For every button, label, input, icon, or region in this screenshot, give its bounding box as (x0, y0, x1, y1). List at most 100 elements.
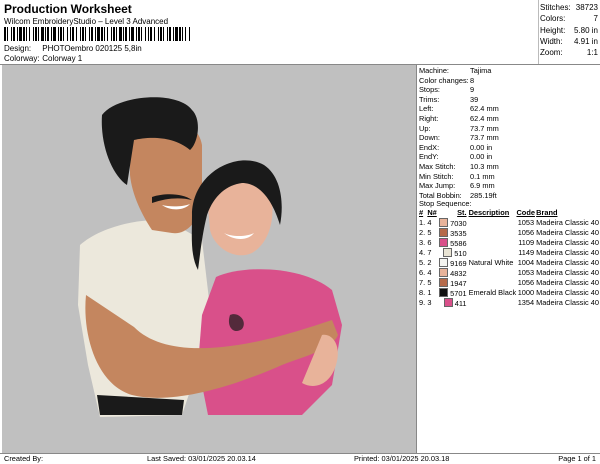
design-label: Design: (4, 44, 32, 53)
design-summary: Stitches: 38723 Colors: 7 Height: 5.80 in W… (540, 2, 598, 58)
stop-code: 1053 (517, 218, 535, 228)
embroidery-design-image (78, 97, 342, 417)
summary-zoom: Zoom: 1:1 (540, 48, 598, 58)
stop-needle: 5 (427, 278, 432, 288)
stop-brand: Madeira Classic 40 (536, 248, 599, 258)
stop-needle: 4 (427, 218, 432, 228)
design-value: PHOTOembro 020125 5,8in (42, 44, 142, 53)
max-stitch-row: Max Stitch: 10.3 mm (419, 161, 499, 171)
summary-height: Height: 5.80 in (540, 25, 598, 35)
stop-description (469, 278, 517, 288)
footer-rule (0, 453, 600, 454)
col-num: # (419, 208, 424, 218)
stop-stitches: 9169 (439, 257, 469, 268)
stop-stitches: 510 (439, 247, 469, 258)
stop-brand: Madeira Classic 40 (536, 218, 599, 228)
stop-needle: 3 (427, 298, 432, 308)
colorway-row: Colorway: Colorway 1 (4, 54, 82, 64)
stop-brand: Madeira Classic 40 (536, 288, 599, 298)
colorway-label: Colorway: (4, 54, 40, 63)
stop-stitches: 4832 (439, 267, 469, 278)
summary-width: Width: 4.91 in (540, 36, 598, 46)
stop-code: 1053 (517, 268, 535, 278)
design-preview (2, 65, 416, 453)
stop-code: 1000 (517, 288, 535, 298)
stop-num: 5. (419, 258, 426, 268)
software-subtitle: Wilcom EmbroideryStudio – Level 3 Advanc… (4, 17, 169, 26)
thread-swatch (443, 297, 453, 307)
stop-row: 1. 4 7030 1053 Madeira Classic 40 (419, 217, 599, 228)
thread-swatch (439, 237, 449, 247)
endx-row: EndX: 0.00 in (419, 142, 493, 152)
worksheet-title: Production Worksheet (4, 2, 132, 16)
stop-needle: 1 (427, 288, 432, 298)
stop-row: 6. 4 4832 1053 Madeira Classic 40 (419, 267, 599, 278)
thread-swatch (439, 217, 449, 227)
min-stitch-row: Min Stitch: 0.1 mm (419, 171, 495, 181)
stop-description (469, 228, 517, 238)
col-description: Description (468, 208, 510, 218)
stop-sequence-title: Stop Sequence: (419, 199, 472, 208)
stop-row: 5. 2 9169 Natural White 1004 Madeira Classic … (419, 257, 599, 268)
stop-num: 3. (419, 238, 426, 248)
stop-brand: Madeira Classic 40 (536, 268, 599, 278)
barcode-graphic (4, 27, 190, 41)
stop-stitches: 5586 (439, 237, 469, 248)
color-changes-row: Color changes: 8 (419, 75, 475, 85)
left-row: Left: 62.4 mm (419, 104, 499, 114)
stop-brand: Madeira Classic 40 (536, 238, 599, 248)
stop-description (469, 248, 517, 258)
stop-code: 1149 (518, 248, 535, 258)
stop-needle: 5 (427, 228, 432, 238)
endy-row: EndY: 0.00 in (419, 152, 493, 162)
header-divider (538, 0, 539, 64)
stop-stitches: 411 (439, 297, 469, 308)
panel-divider (416, 65, 417, 453)
last-saved: Last Saved: 03/01/2025 20.03.14 (147, 454, 256, 463)
stop-num: 8. (419, 288, 426, 298)
stop-code: 1004 (517, 258, 535, 268)
stop-code: 1056 (517, 278, 535, 288)
stops-row: Stops: 9 (419, 85, 475, 95)
stop-brand: Madeira Classic 40 (536, 258, 599, 268)
stop-row: 4. 7 510 1149 Madeira Classic 40 (419, 247, 599, 258)
thread-swatch (439, 277, 449, 287)
page-number: Page 1 of 1 (558, 454, 596, 463)
stop-description (469, 218, 517, 228)
stop-description (469, 298, 517, 308)
stop-code: 1109 (518, 238, 535, 248)
stop-description (469, 268, 517, 278)
stop-num: 1. (419, 218, 426, 228)
stop-needle: 4 (427, 268, 432, 278)
stop-code: 1056 (517, 228, 535, 238)
thread-swatch (439, 227, 449, 237)
stop-row: 9. 3 411 1354 Madeira Classic 40 (419, 297, 599, 308)
stop-description: Emerald Black (468, 288, 517, 298)
summary-stitches: Stitches: 38723 (540, 3, 598, 12)
stop-brand: Madeira Classic 40 (536, 298, 599, 308)
col-stitches: St. (457, 208, 467, 218)
stop-stitches: 5701 (439, 287, 469, 298)
thread-swatch (439, 257, 449, 267)
stop-stitches: 3535 (439, 227, 469, 238)
thread-swatch (443, 247, 453, 257)
stop-needle: 7 (427, 248, 432, 258)
thread-swatch (439, 267, 449, 277)
stop-brand: Madeira Classic 40 (536, 278, 599, 288)
summary-colors: Colors: 7 (540, 14, 598, 24)
stop-num: 4. (419, 248, 426, 258)
stop-row: 8. 1 5701 Emerald Black 1000 Madeira Classic … (419, 287, 599, 298)
max-jump-row: Max Jump: 6.9 mm (419, 181, 495, 191)
stop-num: 9. (419, 298, 426, 308)
thread-swatch (439, 287, 449, 297)
printed-date: Printed: 03/01/2025 20.03.18 (354, 454, 450, 463)
col-brand: Brand (536, 208, 558, 218)
stop-row: 7. 5 1947 1056 Madeira Classic 40 (419, 277, 599, 288)
col-code: Code (516, 208, 535, 218)
created-by: Created By: (4, 454, 44, 463)
colorway-value: Colorway 1 (42, 54, 83, 63)
design-row: Design: PHOTOembro 020125 5,8in (4, 44, 142, 54)
col-needle: N# (427, 208, 437, 218)
stop-sequence-header: # N# St. Description Code Brand (419, 208, 599, 218)
right-row: Right: 62.4 mm (419, 113, 499, 123)
